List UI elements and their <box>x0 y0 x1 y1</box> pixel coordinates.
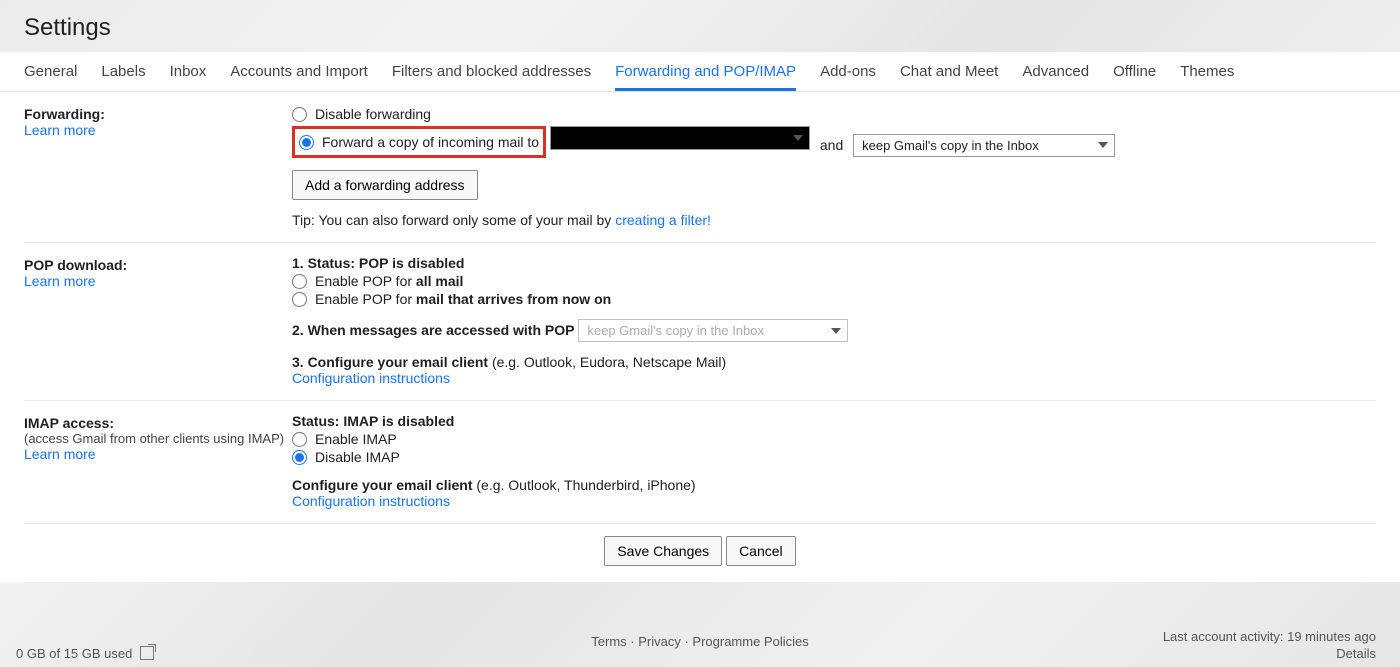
details-link[interactable]: Details <box>1336 646 1376 661</box>
page-title: Settings <box>0 0 1400 52</box>
tab-chat-and-meet[interactable]: Chat and Meet <box>900 53 998 90</box>
tab-general[interactable]: General <box>24 53 77 90</box>
imap-section: IMAP access: (access Gmail from other cl… <box>24 401 1376 524</box>
forward-tip-text: Tip: You can also forward only some of y… <box>292 212 615 228</box>
forward-copy-radio[interactable] <box>299 135 314 150</box>
pop-configure-prefix: 3. Configure your email client <box>292 354 492 370</box>
tab-advanced[interactable]: Advanced <box>1022 53 1089 90</box>
forwarding-section: Forwarding: Learn more Disable forwardin… <box>24 92 1376 243</box>
tab-inbox[interactable]: Inbox <box>170 53 207 90</box>
forward-and-text: and <box>820 137 843 153</box>
pop-label: POP download: <box>24 257 292 273</box>
add-forwarding-address-button[interactable]: Add a forwarding address <box>292 170 478 200</box>
pop-now-prefix: Enable POP for <box>315 291 416 307</box>
forward-action-select[interactable]: keep Gmail's copy in the Inbox <box>853 134 1115 157</box>
imap-configure-prefix: Configure your email client <box>292 477 476 493</box>
settings-content: Forwarding: Learn more Disable forwardin… <box>0 92 1400 582</box>
open-in-new-icon[interactable] <box>140 646 154 660</box>
activity-text: Last account activity: 19 minutes ago <box>1163 629 1376 644</box>
storage-value: 0 GB of 15 GB used <box>16 646 132 661</box>
disable-forwarding-label: Disable forwarding <box>315 106 431 122</box>
imap-hint: (access Gmail from other clients using I… <box>24 431 292 446</box>
imap-status-prefix: Status: <box>292 413 343 429</box>
forward-copy-label: Forward a copy of incoming mail to <box>322 134 539 150</box>
imap-label: IMAP access: <box>24 415 292 431</box>
pop-when-label: 2. When messages are accessed with POP <box>292 322 574 338</box>
tab-filters-and-blocked-addresses[interactable]: Filters and blocked addresses <box>392 53 591 90</box>
save-changes-button[interactable]: Save Changes <box>604 536 722 566</box>
pop-all-bold: all mail <box>416 273 463 289</box>
imap-config-link[interactable]: Configuration instructions <box>292 493 450 509</box>
tab-labels[interactable]: Labels <box>101 53 145 90</box>
pop-now-radio[interactable] <box>292 292 307 307</box>
imap-status-value: IMAP is disabled <box>343 413 454 429</box>
imap-disable-label: Disable IMAP <box>315 449 400 465</box>
pop-all-prefix: Enable POP for <box>315 273 416 289</box>
forwarding-label: Forwarding: <box>24 106 292 122</box>
disable-forwarding-radio[interactable] <box>292 107 307 122</box>
pop-all-radio[interactable] <box>292 274 307 289</box>
imap-enable-radio[interactable] <box>292 432 307 447</box>
tab-offline[interactable]: Offline <box>1113 53 1156 90</box>
forward-address-select[interactable] <box>550 126 810 150</box>
imap-disable-radio[interactable] <box>292 450 307 465</box>
tab-themes[interactable]: Themes <box>1180 53 1234 90</box>
creating-filter-link[interactable]: creating a filter! <box>615 212 711 228</box>
pop-when-select[interactable]: keep Gmail's copy in the Inbox <box>578 319 848 342</box>
imap-configure-hint: (e.g. Outlook, Thunderbird, iPhone) <box>476 477 695 493</box>
pop-learn-more-link[interactable]: Learn more <box>24 273 96 289</box>
pop-status-value: POP is disabled <box>359 255 465 271</box>
pop-config-link[interactable]: Configuration instructions <box>292 370 450 386</box>
pop-configure-hint: (e.g. Outlook, Eudora, Netscape Mail) <box>492 354 726 370</box>
pop-now-bold: mail that arrives from now on <box>416 291 611 307</box>
tab-accounts-and-import[interactable]: Accounts and Import <box>230 53 368 90</box>
pop-section: POP download: Learn more 1. Status: POP … <box>24 243 1376 401</box>
forwarding-learn-more-link[interactable]: Learn more <box>24 122 96 138</box>
settings-tabs: General Labels Inbox Accounts and Import Fil… <box>0 52 1400 92</box>
forward-copy-highlight: Forward a copy of incoming mail to <box>292 126 546 158</box>
tab-add-ons[interactable]: Add-ons <box>820 53 876 90</box>
tab-forwarding-and-pop-imap[interactable]: Forwarding and POP/IMAP <box>615 53 796 91</box>
imap-enable-label: Enable IMAP <box>315 431 397 447</box>
pop-status-prefix: 1. Status: <box>292 255 359 271</box>
imap-learn-more-link[interactable]: Learn more <box>24 446 96 462</box>
cancel-button[interactable]: Cancel <box>726 536 796 566</box>
storage-text: 0 GB of 15 GB used <box>16 646 154 661</box>
